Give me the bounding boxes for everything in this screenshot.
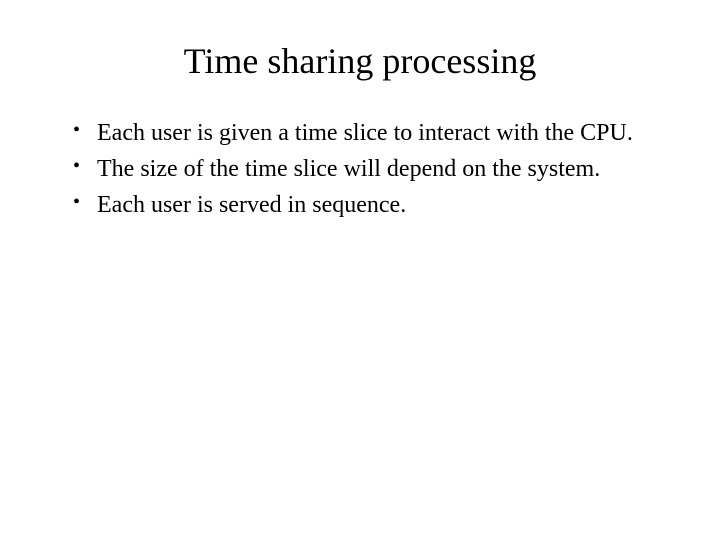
bullet-item: Each user is given a time slice to inter… — [55, 118, 665, 148]
bullet-list: Each user is given a time slice to inter… — [55, 118, 665, 220]
bullet-item: The size of the time slice will depend o… — [55, 154, 665, 184]
slide-title: Time sharing processing — [55, 40, 665, 82]
bullet-item: Each user is served in sequence. — [55, 190, 665, 220]
